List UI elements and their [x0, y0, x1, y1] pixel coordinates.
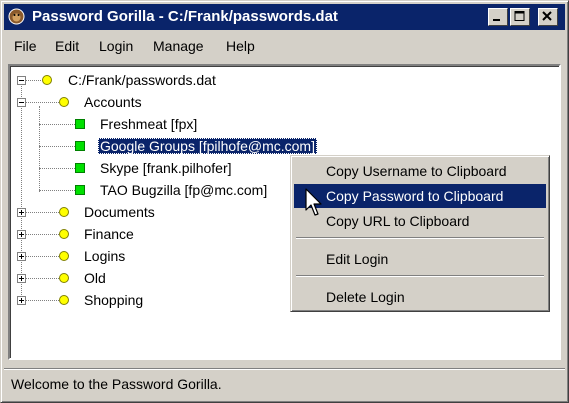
group-icon	[59, 251, 69, 261]
tree-login-selected[interactable]: Google Groups [fpilhofe@mc.com]	[98, 136, 317, 156]
tree-login[interactable]: Freshmeat [fpx]	[98, 114, 199, 134]
group-expand-toggle[interactable]	[17, 208, 26, 217]
group-icon	[59, 273, 69, 283]
tree-line	[21, 300, 59, 302]
window-title: Password Gorilla - C:/Frank/passwords.da…	[32, 8, 338, 25]
tree-line	[39, 106, 41, 192]
context-menu: Copy Username to Clipboard Copy Password…	[290, 155, 550, 312]
tree-line	[21, 234, 59, 236]
menu-copy-url[interactable]: Copy URL to Clipboard	[294, 209, 546, 233]
tree-root[interactable]: C:/Frank/passwords.dat	[66, 70, 218, 90]
maximize-icon	[514, 11, 525, 21]
group-icon	[59, 229, 69, 239]
menu-file[interactable]: File	[14, 38, 37, 54]
tree-group-logins[interactable]: Logins	[82, 246, 127, 266]
menu-copy-username[interactable]: Copy Username to Clipboard	[294, 159, 546, 183]
menu-edit[interactable]: Edit	[55, 38, 79, 54]
group-expand-toggle[interactable]	[17, 274, 26, 283]
login-icon	[75, 119, 85, 129]
menu-separator	[296, 237, 544, 239]
minimize-button[interactable]	[488, 8, 508, 26]
tree-login[interactable]: Skype [frank.pilhofer]	[98, 158, 234, 178]
tree-line	[21, 256, 59, 258]
database-icon	[42, 75, 52, 85]
login-icon	[75, 185, 85, 195]
group-icon	[59, 295, 69, 305]
menu-bar: File Edit Login Manage Help	[4, 33, 565, 59]
menu-manage[interactable]: Manage	[153, 38, 204, 54]
menu-edit-login[interactable]: Edit Login	[294, 247, 546, 271]
tree-line	[21, 212, 59, 214]
tree-login[interactable]: TAO Bugzilla [fp@mc.com]	[98, 180, 269, 200]
tree-line	[39, 146, 75, 148]
status-bar: Welcome to the Password Gorilla.	[4, 368, 565, 399]
maximize-button[interactable]	[510, 8, 530, 26]
group-collapse-toggle[interactable]	[17, 98, 26, 107]
group-expand-toggle[interactable]	[17, 252, 26, 261]
gorilla-app-icon[interactable]	[8, 8, 25, 25]
group-icon	[59, 97, 69, 107]
tree-group-shopping[interactable]: Shopping	[82, 290, 145, 310]
menu-copy-password[interactable]: Copy Password to Clipboard	[294, 184, 546, 208]
title-bar[interactable]: Password Gorilla - C:/Frank/passwords.da…	[4, 4, 565, 30]
tree-line	[39, 168, 75, 170]
tree-line	[39, 190, 75, 192]
minimize-icon	[493, 19, 500, 21]
root-collapse-toggle[interactable]	[17, 76, 26, 85]
login-icon	[75, 163, 85, 173]
tree-line	[21, 278, 59, 280]
mouse-cursor-icon	[305, 188, 322, 216]
tree-line	[21, 102, 59, 104]
tree-line	[21, 80, 23, 301]
group-expand-toggle[interactable]	[17, 296, 26, 305]
tree-group-old[interactable]: Old	[82, 268, 108, 288]
menu-help[interactable]: Help	[226, 38, 255, 54]
close-icon	[542, 11, 552, 21]
close-button[interactable]	[538, 8, 558, 26]
menu-separator	[296, 275, 544, 277]
menu-login[interactable]: Login	[99, 38, 133, 54]
login-icon	[75, 141, 85, 151]
tree-group-documents[interactable]: Documents	[82, 202, 157, 222]
group-icon	[59, 207, 69, 217]
status-text: Welcome to the Password Gorilla.	[11, 376, 222, 392]
tree-group-accounts[interactable]: Accounts	[82, 92, 144, 112]
menu-delete-login[interactable]: Delete Login	[294, 285, 546, 309]
tree-line	[39, 124, 75, 126]
group-expand-toggle[interactable]	[17, 230, 26, 239]
tree-group-finance[interactable]: Finance	[82, 224, 136, 244]
